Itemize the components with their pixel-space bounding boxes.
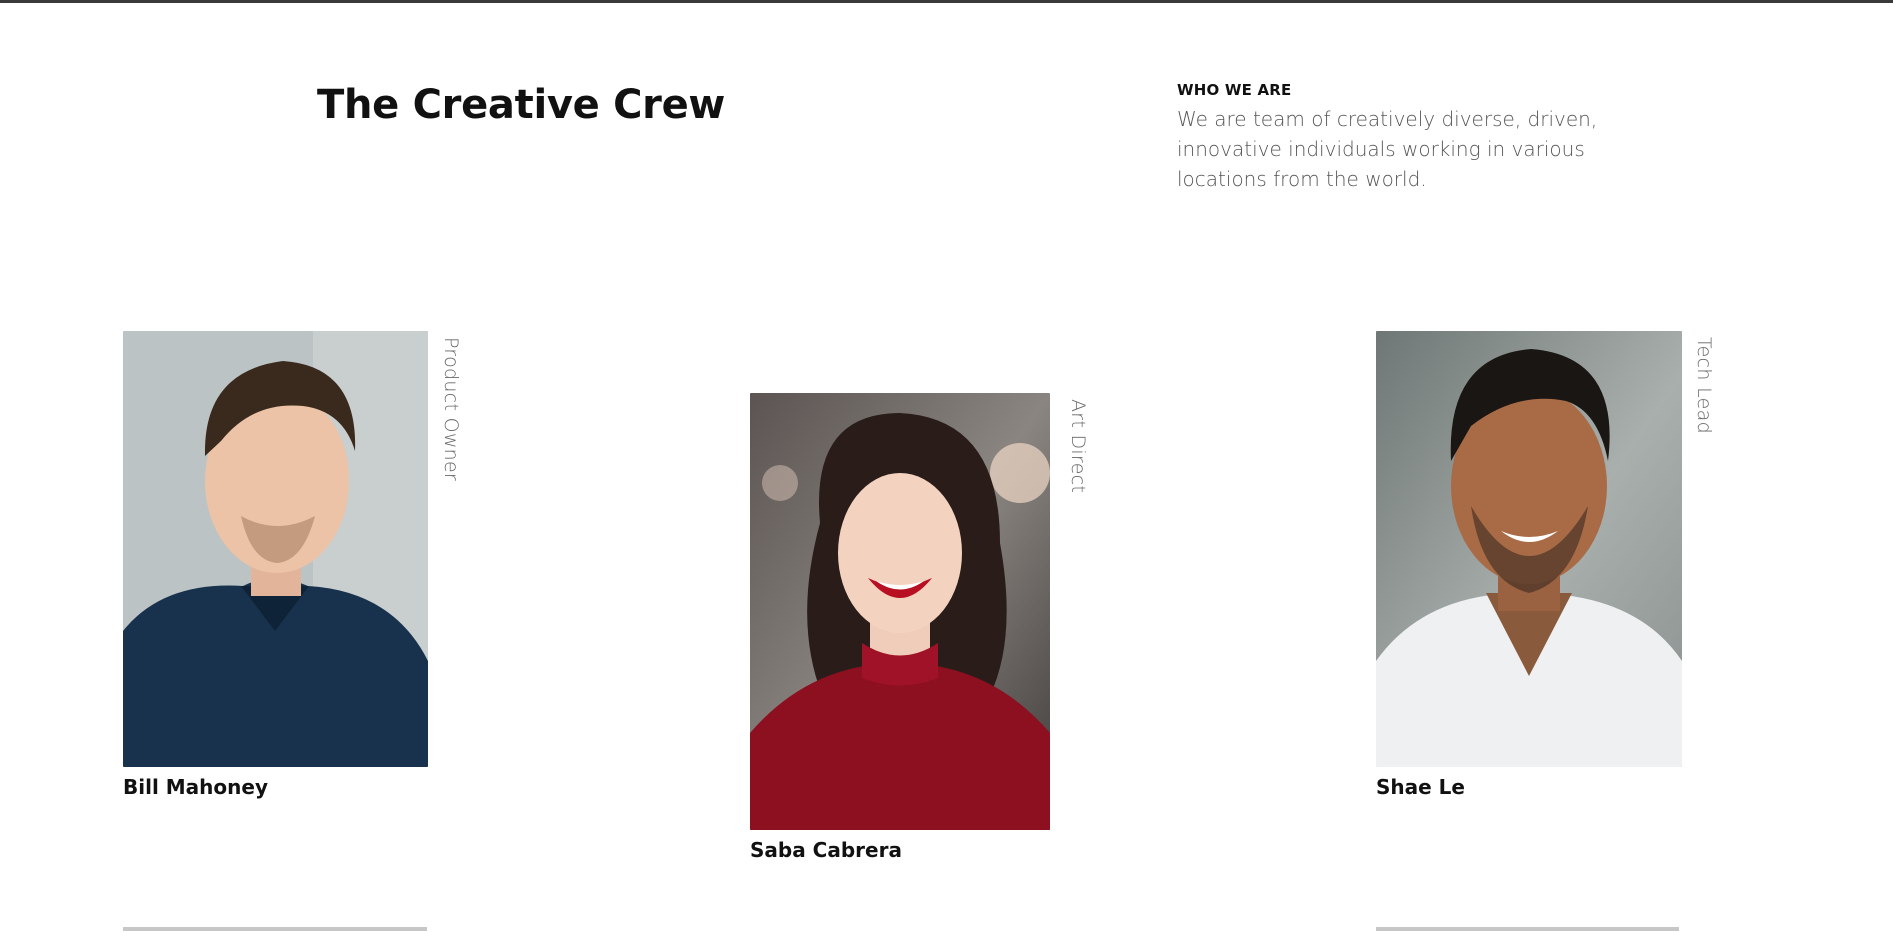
member-photo-saba-cabrera [750, 393, 1050, 830]
member-role: Product Owner [440, 337, 462, 482]
section-kicker: WHO WE ARE [1177, 81, 1292, 99]
card-divider [123, 927, 427, 931]
member-photo-shae-le [1376, 331, 1682, 767]
member-photo-bill-mahoney [123, 331, 428, 767]
top-border [0, 0, 1893, 3]
member-role: Art Direct [1067, 399, 1089, 494]
member-role: Tech Lead [1693, 337, 1715, 434]
section-title: The Creative Crew [317, 82, 726, 128]
member-name: Shae Le [1376, 775, 1465, 799]
member-name: Saba Cabrera [750, 838, 902, 862]
card-divider [1376, 927, 1679, 931]
section-description: We are team of creatively diverse, drive… [1177, 107, 1598, 191]
member-name: Bill Mahoney [123, 775, 268, 799]
